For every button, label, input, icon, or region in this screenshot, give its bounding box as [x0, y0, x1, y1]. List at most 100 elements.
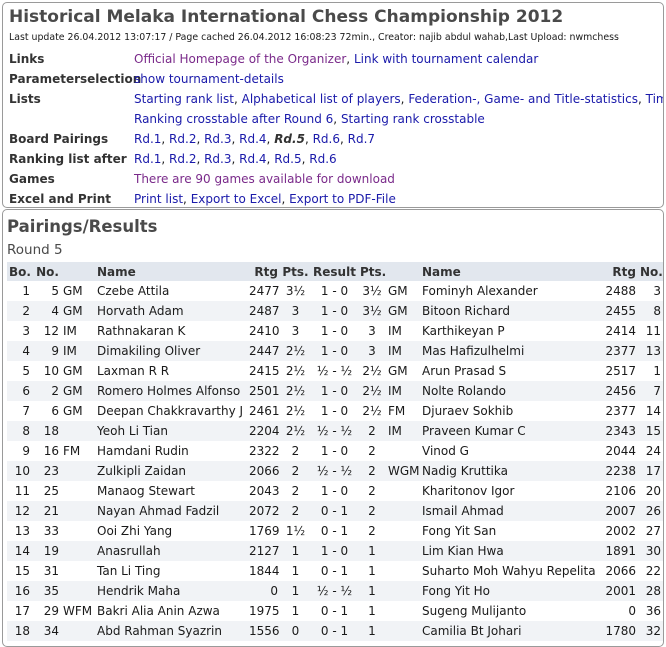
organizer-homepage-link[interactable]: Official Homepage of the Organizer [134, 52, 346, 66]
tournament-calendar-link[interactable]: Link with tournament calendar [354, 52, 538, 66]
black-player-name[interactable]: Lim Kian Hwa [420, 541, 600, 561]
black-title-header [386, 262, 420, 281]
white-player-name[interactable]: Ooi Zhi Yang [95, 521, 247, 541]
white-rating: 2066 [247, 461, 280, 481]
alphabetical-list-link[interactable]: Alphabetical list of players [242, 92, 401, 106]
white-title: GM [63, 404, 83, 418]
table-row: 18 34 Abd Rahman Syazrin 1556 0 0 - 1 1 Camilia… [7, 621, 663, 641]
white-player-name[interactable]: Nayan Ahmad Fadzil [95, 501, 247, 521]
pairing-round-1-link[interactable]: Rd.1 [134, 132, 161, 146]
ranking-round-6-link[interactable]: Rd.6 [309, 152, 336, 166]
show-details-link[interactable]: show tournament-details [134, 72, 284, 86]
black-player-name[interactable]: Suharto Moh Wahyu Repelita [420, 561, 600, 581]
white-player-name[interactable]: Horvath Adam [95, 301, 247, 321]
black-player-name[interactable]: Fominyh Alexander [420, 281, 600, 301]
white-player-name[interactable]: Hamdani Rudin [95, 441, 247, 461]
black-player-name[interactable]: Ismail Ahmad [420, 501, 600, 521]
ranking-round-3-link[interactable]: Rd.3 [204, 152, 231, 166]
ranking-round-1-link[interactable]: Rd.1 [134, 152, 161, 166]
ranking-round-4-link[interactable]: Rd.4 [239, 152, 266, 166]
game-result: ½ - ½ [311, 581, 358, 601]
export-pdf-link[interactable]: Export to PDF-File [289, 192, 396, 206]
board-no: 15 [14, 564, 30, 578]
games-download-link[interactable]: There are 90 games available for downloa… [134, 172, 395, 186]
board-no: 10 [7, 461, 32, 481]
info-row-ranking: Ranking list after Rd.1, Rd.2, Rd.3, Rd.… [9, 152, 337, 166]
page-title: Historical Melaka International Chess Ch… [9, 7, 564, 27]
white-player-name[interactable]: Anasrullah [95, 541, 247, 561]
black-player-name[interactable]: Mas Hafizulhelmi [420, 341, 600, 361]
white-points-header: Pts. [280, 262, 311, 281]
black-rating: 2488 [605, 284, 636, 298]
black-player-name[interactable]: Bitoon Richard [420, 301, 600, 321]
white-player-name[interactable]: Abd Rahman Syazrin [95, 621, 247, 641]
black-player-name[interactable]: Camilia Bt Johari [420, 621, 600, 641]
black-rating: 2002 [605, 524, 636, 538]
pairing-round-7-link[interactable]: Rd.7 [348, 132, 375, 146]
starting-crosstable-link[interactable]: Starting rank crosstable [341, 112, 485, 126]
white-player-name[interactable]: Czebe Attila [95, 281, 247, 301]
game-result: 1 - 0 [311, 301, 358, 321]
starting-rank-list-link[interactable]: Starting rank list [134, 92, 234, 106]
white-player-name[interactable]: Manaog Stewart [95, 481, 247, 501]
black-player-name[interactable]: Sugeng Mulijanto [420, 601, 600, 621]
black-player-name[interactable]: Karthikeyan P [420, 321, 600, 341]
black-player-name[interactable]: Djuraev Sokhib [420, 401, 600, 421]
white-title [61, 481, 95, 501]
board-no: 6 [7, 381, 32, 401]
white-player-name[interactable]: Laxman R R [95, 361, 247, 381]
table-row: 10 23 Zulkipli Zaidan 2066 2 ½ - ½ 2 WGM Nadig K… [7, 461, 663, 481]
white-rating: 2043 [249, 484, 280, 498]
ranking-round-2-link[interactable]: Rd.2 [169, 152, 196, 166]
white-player-name[interactable]: Deepan Chakkravarthy J [95, 401, 247, 421]
white-player-name[interactable]: Zulkipli Zaidan [95, 461, 247, 481]
white-title: IM [61, 341, 95, 361]
table-row: 1 5 GM Czebe Attila 2477 3½ 1 - 0 3½ GM Fominyh A… [7, 281, 663, 301]
white-player-name[interactable]: Dimakiling Oliver [95, 341, 247, 361]
board-no: 11 [14, 484, 30, 498]
white-points: 3 [291, 324, 300, 338]
pairing-round-2-link[interactable]: Rd.2 [169, 132, 196, 146]
export-excel-link[interactable]: Export to Excel [191, 192, 282, 206]
game-result: 0 - 1 [311, 621, 358, 641]
white-player-name[interactable]: Yeoh Li Tian [95, 421, 247, 441]
info-row-lists-2: Ranking crosstable after Round 6, Starti… [134, 112, 485, 126]
black-rating: 2044 [605, 444, 636, 458]
white-start-no: 31 [43, 564, 59, 578]
white-player-name[interactable]: Hendrik Maha [95, 581, 247, 601]
statistics-link[interactable]: Federation-, Game- and Title-statistics [408, 92, 638, 106]
white-points: 1½ [285, 524, 306, 538]
pairing-round-4-link[interactable]: Rd.4 [239, 132, 266, 146]
board-no: 4 [7, 341, 32, 361]
black-title [386, 541, 420, 561]
black-player-name[interactable]: Vinod G [420, 441, 600, 461]
black-player-name[interactable]: Praveen Kumar C [420, 421, 600, 441]
black-player-name[interactable]: Kharitonov Igor [420, 481, 600, 501]
white-player-name[interactable]: Tan Li Ting [95, 561, 247, 581]
white-points: 1 [291, 564, 300, 578]
black-player-name[interactable]: Arun Prasad S [420, 361, 600, 381]
print-list-link[interactable]: Print list [134, 192, 183, 206]
time-table-link[interactable]: Time-ta [646, 92, 663, 106]
black-player-name[interactable]: Nadig Kruttika [420, 461, 600, 481]
pairings-table: Bo. No. Name Rtg Pts. Result Pts. Name Rtg No. 15… [7, 262, 663, 641]
white-title: IM [63, 324, 77, 338]
black-player-name[interactable]: Fong Yit Ho [420, 581, 600, 601]
white-points: 2 [280, 501, 311, 521]
ranking-crosstable-link[interactable]: Ranking crosstable after Round 6 [134, 112, 333, 126]
black-player-name[interactable]: Nolte Rolando [420, 381, 600, 401]
black-start-no: 17 [638, 461, 663, 481]
white-player-name[interactable]: Rathnakaran K [95, 321, 247, 341]
black-title [386, 581, 420, 601]
black-start-no: 15 [638, 421, 663, 441]
pairing-round-3-link[interactable]: Rd.3 [204, 132, 231, 146]
black-points: 1 [358, 541, 386, 561]
black-player-name[interactable]: Fong Yit San [420, 521, 600, 541]
ranking-round-5-link[interactable]: Rd.5 [274, 152, 301, 166]
pairing-round-6-link[interactable]: Rd.6 [313, 132, 340, 146]
board-no: 3 [22, 324, 30, 338]
white-player-name[interactable]: Bakri Alia Anin Azwa [95, 601, 247, 621]
white-player-name[interactable]: Romero Holmes Alfonso [95, 381, 247, 401]
black-rating: 0 [628, 604, 636, 618]
black-points: 1 [368, 604, 376, 618]
